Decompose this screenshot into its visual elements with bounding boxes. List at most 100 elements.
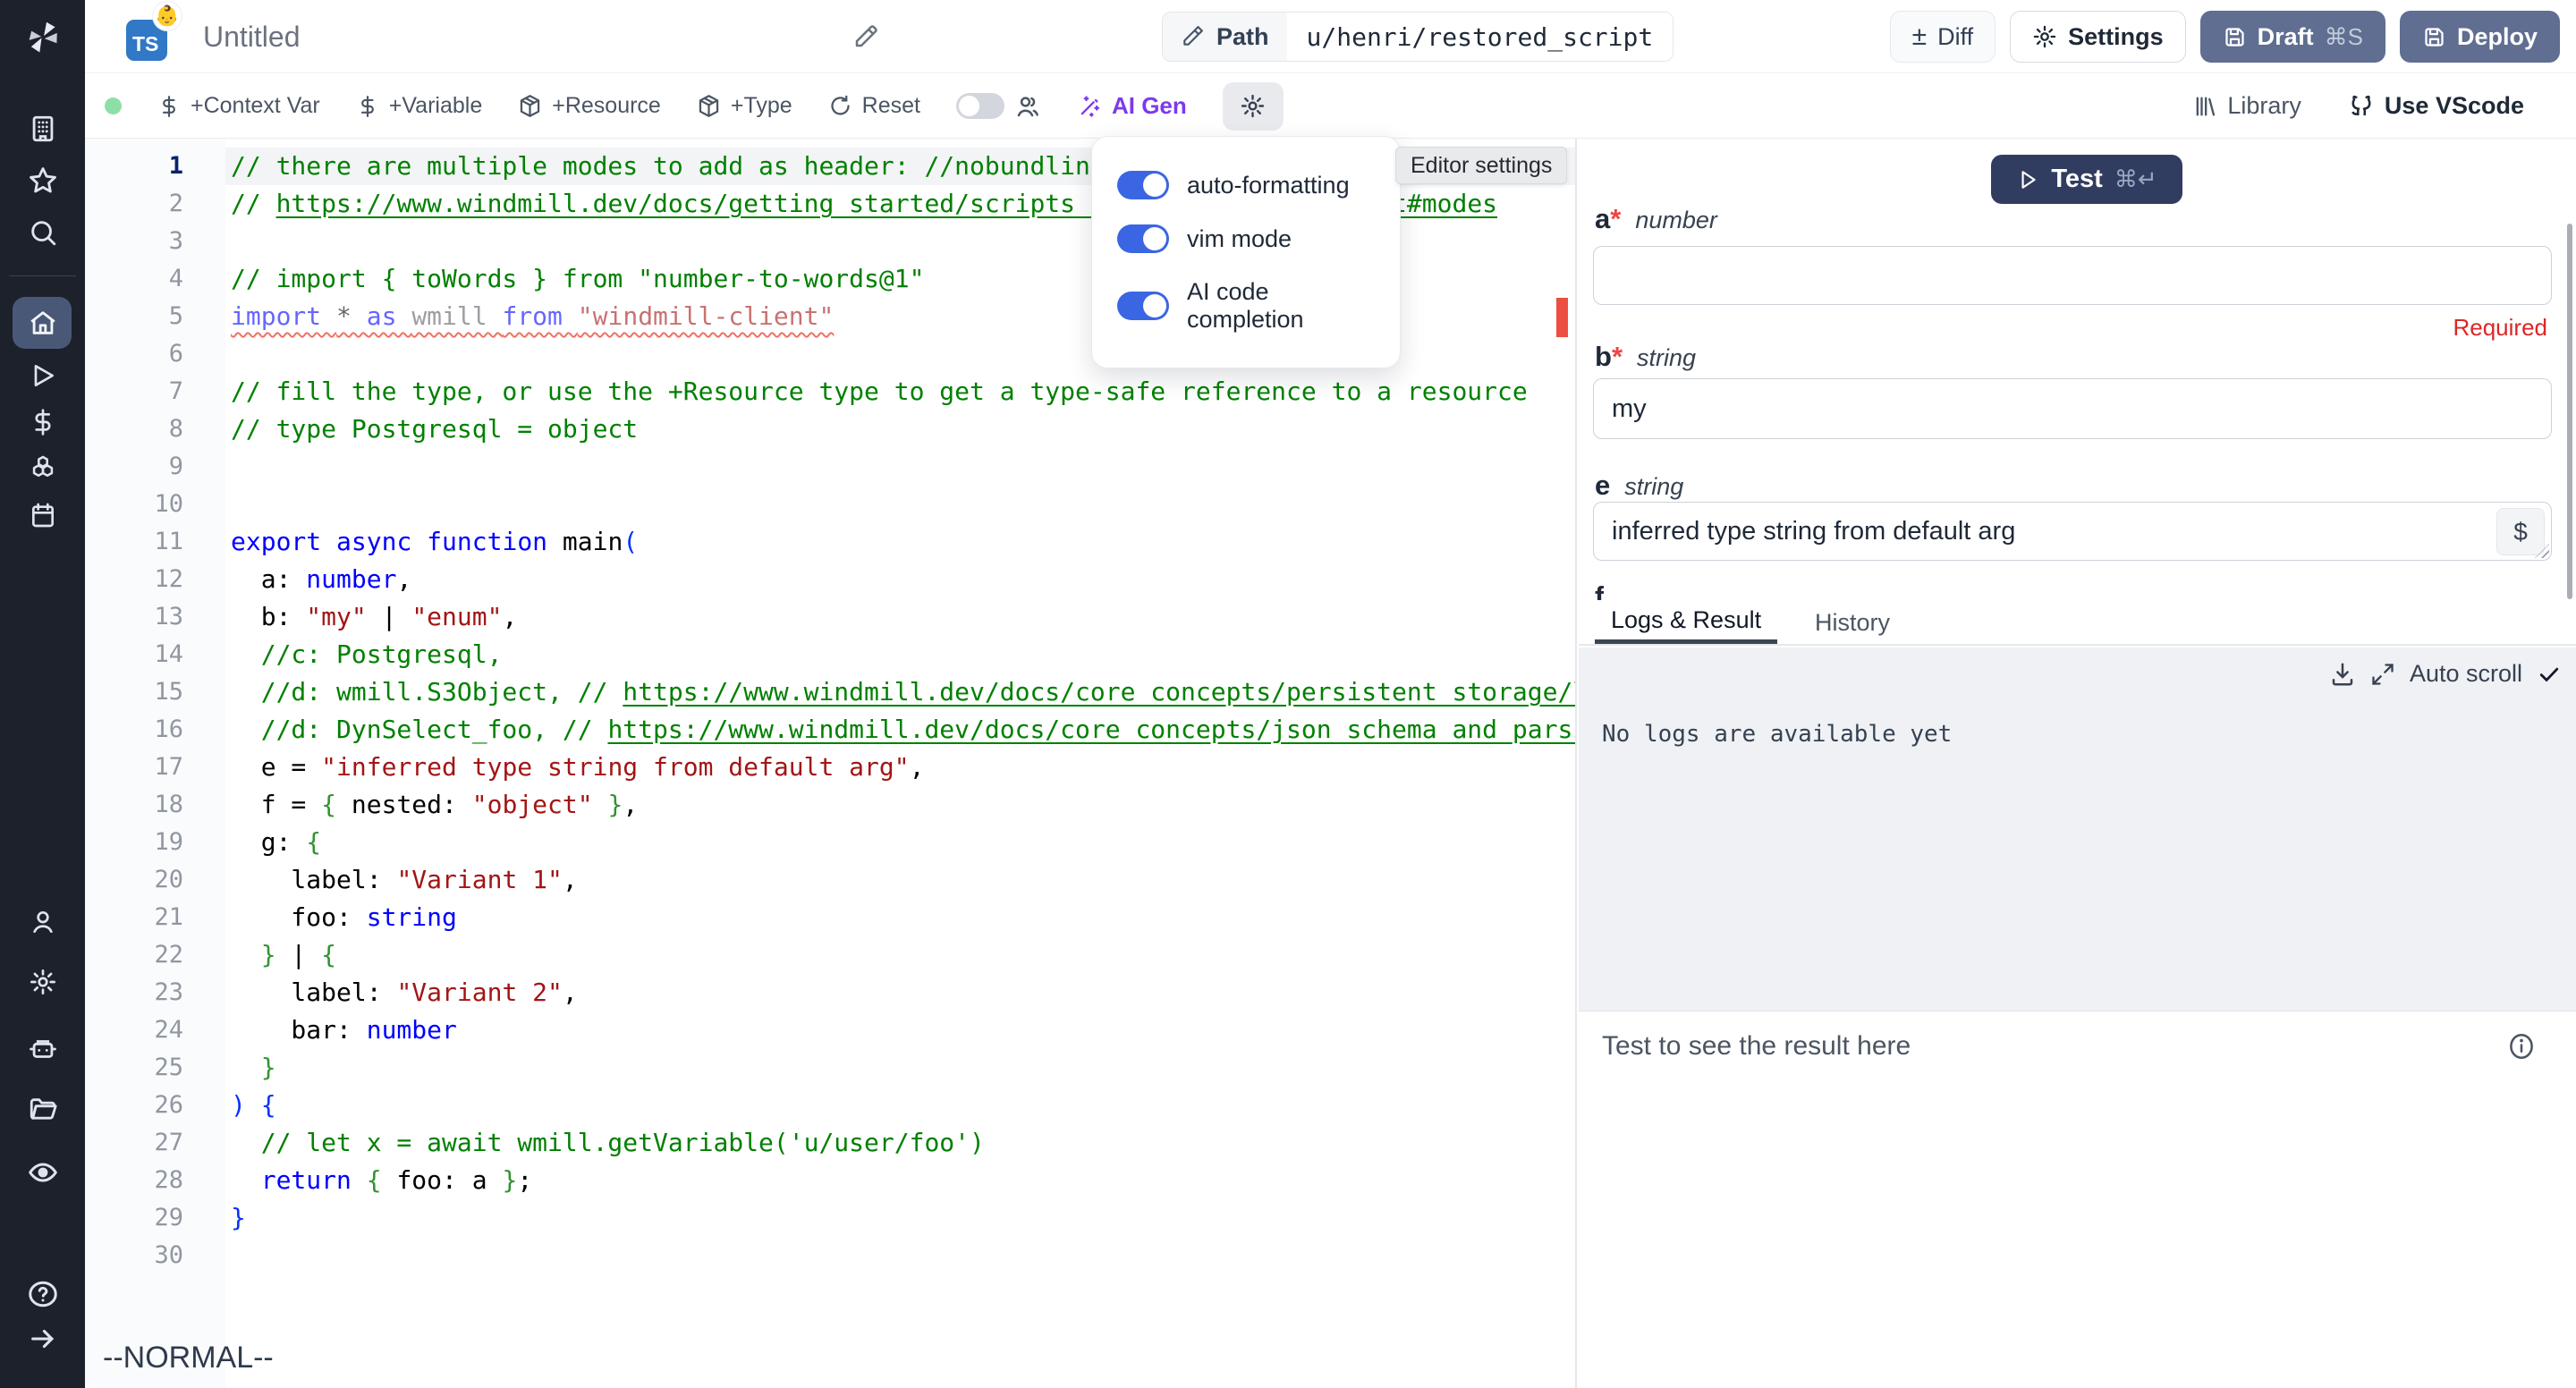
nav-resources[interactable]: [0, 447, 85, 490]
line-number: 24: [85, 1011, 183, 1049]
code-line[interactable]: 21 foo: string: [85, 899, 1577, 936]
nav-workers[interactable]: [0, 1028, 85, 1070]
saved-status-dot: [105, 97, 122, 114]
line-number: 7: [85, 373, 183, 410]
line-number: 21: [85, 899, 183, 936]
diff-button[interactable]: ± Diff: [1890, 11, 1996, 63]
expand-icon[interactable]: [2370, 662, 2395, 687]
deploy-button[interactable]: Deploy: [2400, 11, 2560, 63]
diff-label: Diff: [1937, 23, 1973, 51]
code-line[interactable]: 11export async function main(: [85, 523, 1577, 561]
add-resource-button[interactable]: +Resource: [518, 93, 661, 119]
folder-icon: [28, 1095, 58, 1125]
code-line[interactable]: 20 label: "Variant 1",: [85, 861, 1577, 899]
reset-button[interactable]: Reset: [828, 93, 920, 119]
code-line[interactable]: 27 // let x = await wmill.getVariable('u…: [85, 1124, 1577, 1162]
code-line[interactable]: 13 b: "my" | "enum",: [85, 598, 1577, 636]
code-line[interactable]: 17 e = "inferred type string from defaul…: [85, 749, 1577, 786]
check-icon[interactable]: [2537, 662, 2562, 687]
nav-home[interactable]: [0, 297, 85, 349]
code-line[interactable]: 30: [85, 1237, 1577, 1274]
help-button[interactable]: [0, 1274, 85, 1315]
building-icon: [28, 114, 58, 144]
dollar-icon: [356, 95, 379, 118]
add-context-var-button[interactable]: +Context Var: [157, 93, 320, 119]
favorites-icon[interactable]: [0, 161, 85, 200]
multiplayer-control[interactable]: [956, 93, 1041, 120]
field-e-value: inferred type string from default arg: [1612, 517, 2015, 546]
help-icon: [27, 1278, 59, 1310]
code-line[interactable]: 14 //c: Postgresql,: [85, 636, 1577, 673]
code-line[interactable]: 25 }: [85, 1049, 1577, 1087]
line-number: 8: [85, 410, 183, 448]
dollar-icon: [157, 95, 181, 118]
tab-history[interactable]: History: [1804, 601, 1901, 644]
add-variable-button[interactable]: +Variable: [356, 93, 482, 119]
test-button[interactable]: Test ⌘↵: [1991, 155, 2182, 204]
code-line[interactable]: 24 bar: number: [85, 1011, 1577, 1049]
panel-tabs: Logs & Result History: [1579, 601, 2576, 646]
toggle-switch[interactable]: [1117, 171, 1169, 199]
field-e-input[interactable]: inferred type string from default arg $: [1593, 502, 2552, 561]
workspace-icon[interactable]: [0, 109, 85, 148]
code-line[interactable]: 22 } | {: [85, 936, 1577, 974]
toggle-switch[interactable]: [1117, 224, 1169, 253]
code-line[interactable]: 12 a: number,: [85, 561, 1577, 598]
code-line[interactable]: 19 g: {: [85, 824, 1577, 861]
code-line[interactable]: 7// fill the type, or use the +Resource …: [85, 373, 1577, 410]
draft-shortcut: ⌘S: [2325, 23, 2363, 51]
line-number: 14: [85, 636, 183, 673]
nav-folders[interactable]: [0, 1089, 85, 1130]
info-icon[interactable]: [2506, 1031, 2537, 1062]
download-icon[interactable]: [2329, 661, 2356, 688]
nav-runs[interactable]: [0, 354, 85, 397]
tab-logs-result[interactable]: Logs & Result: [1595, 601, 1777, 644]
multiplayer-toggle[interactable]: [956, 93, 1004, 119]
field-a-type: number: [1635, 207, 1717, 234]
play-icon: [29, 361, 57, 390]
draft-label: Draft: [2258, 23, 2314, 51]
settings-button[interactable]: Settings: [2010, 11, 2186, 63]
nav-variables[interactable]: [0, 401, 85, 444]
code-line[interactable]: 9: [85, 448, 1577, 486]
nav-audit-logs[interactable]: [0, 1152, 85, 1193]
editor-settings-button[interactable]: [1223, 82, 1284, 131]
github-icon: [2348, 93, 2375, 120]
code-line[interactable]: 23 label: "Variant 2",: [85, 974, 1577, 1011]
path-button[interactable]: Path u/henri/restored_script: [1162, 12, 1674, 62]
nav-account[interactable]: [0, 901, 85, 943]
field-a-name: a: [1595, 203, 1610, 234]
code-line[interactable]: 29}: [85, 1199, 1577, 1237]
nav-schedules[interactable]: [0, 494, 85, 537]
form-scrollbar[interactable]: [2567, 224, 2572, 599]
field-a-error: Required: [2453, 314, 2547, 342]
insert-variable-button[interactable]: $: [2496, 508, 2545, 555]
code-line[interactable]: 18 f = { nested: "object" },: [85, 786, 1577, 824]
code-line[interactable]: 26) {: [85, 1087, 1577, 1124]
code-line[interactable]: 8// type Postgresql = object: [85, 410, 1577, 448]
required-asterisk: *: [1610, 203, 1621, 234]
gear-icon: [29, 968, 57, 996]
add-type-button[interactable]: +Type: [697, 93, 792, 119]
search-icon[interactable]: [0, 213, 85, 252]
code-line[interactable]: 16 //d: DynSelect_foo, // https://www.wi…: [85, 711, 1577, 749]
collapse-rail-button[interactable]: [0, 1318, 85, 1359]
line-number: 3: [85, 223, 183, 260]
auto-scroll-label: Auto scroll: [2410, 660, 2522, 688]
nav-settings[interactable]: [0, 961, 85, 1003]
code-line[interactable]: 10: [85, 486, 1577, 523]
windmill-logo[interactable]: [0, 13, 85, 63]
ai-gen-button[interactable]: AI Gen: [1077, 92, 1187, 120]
line-number: 1: [85, 148, 183, 185]
draft-button[interactable]: Draft ⌘S: [2200, 11, 2385, 63]
field-b-input[interactable]: my: [1593, 378, 2552, 439]
wand-sparkles-icon: [1077, 94, 1102, 119]
code-line[interactable]: 15 //d: wmill.S3Object, // https://www.w…: [85, 673, 1577, 711]
use-vscode-button[interactable]: Use VScode: [2348, 92, 2524, 120]
edit-summary-icon[interactable]: [852, 23, 879, 50]
code-line[interactable]: 28 return { foo: a };: [85, 1162, 1577, 1199]
field-a-input[interactable]: [1593, 246, 2552, 305]
gear-icon: [2032, 24, 2057, 49]
library-button[interactable]: Library: [2192, 92, 2301, 120]
toggle-switch[interactable]: [1117, 292, 1169, 320]
